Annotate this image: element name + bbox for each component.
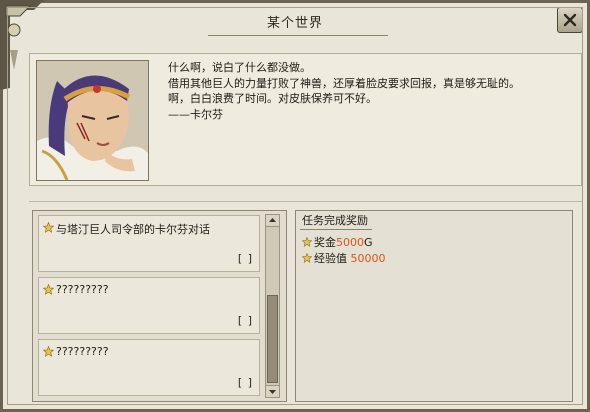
star-icon [43, 222, 54, 233]
star-icon [43, 284, 54, 295]
reward-header: 任务完成奖励 [300, 214, 372, 230]
title-bar[interactable]: 某个世界 [3, 3, 587, 39]
scroll-down-button[interactable] [266, 385, 279, 397]
scroll-up-button[interactable] [266, 215, 279, 227]
dialog-line: 啊，白白浪费了时间。对皮肤保养可不好。 [168, 92, 377, 105]
star-icon [43, 346, 54, 357]
close-icon [563, 13, 577, 27]
quest-objective-progress: [ ] [237, 376, 253, 389]
quest-objective-progress: [ ] [237, 314, 253, 327]
quest-objective-title: ????????? [56, 283, 109, 296]
quest-objective-progress: [ ] [237, 252, 253, 265]
quest-objective-title: 与塔汀巨人司令部的卡尔芬对话 [56, 223, 210, 236]
arrow-down-icon [269, 390, 276, 394]
npc-portrait [36, 60, 149, 181]
reward-value: 5000 [336, 236, 364, 249]
reward-unit: G [364, 236, 373, 249]
quest-objective-list[interactable]: 与塔汀巨人司令部的卡尔芬对话 [ ] ????????? [ ] ???????… [32, 210, 287, 402]
reward-label: 奖金 [314, 236, 336, 249]
dialog-line: 借用其他巨人的力量打败了神兽，还厚着脸皮要求回报，真是够无耻的。 [168, 76, 520, 90]
reward-value: 50000 [350, 252, 386, 265]
quest-window: 某个世界 什么啊，说白了什么都没做。 借用其他巨人的力量打败了神兽，还厚着脸皮要… [0, 0, 590, 412]
quest-objective-item[interactable]: ????????? [ ] [38, 277, 260, 334]
npc-portrait-image [37, 61, 148, 180]
star-icon [302, 253, 312, 263]
quest-objective-item[interactable]: 与塔汀巨人司令部的卡尔芬对话 [ ] [38, 215, 260, 272]
dialog-line: 什么啊，说白了什么都没做。 [168, 61, 311, 74]
quest-objective-item[interactable]: ????????? [ ] [38, 339, 260, 396]
reward-row-gold: 奖金5000G [302, 234, 373, 250]
section-divider [29, 201, 582, 202]
quest-list-scrollbar[interactable] [265, 214, 280, 398]
reward-label: 经验值 [314, 252, 351, 265]
reward-row-exp: 经验值 50000 [302, 250, 386, 266]
npc-dialog: 什么啊，说白了什么都没做。 借用其他巨人的力量打败了神兽，还厚着脸皮要求回报，真… [29, 53, 582, 186]
dialog-text: 什么啊，说白了什么都没做。 借用其他巨人的力量打败了神兽，还厚着脸皮要求回报，真… [168, 60, 576, 122]
scroll-thumb[interactable] [267, 295, 278, 383]
quest-objective-title: ????????? [56, 345, 109, 358]
dialog-speaker: ——卡尔芬 [168, 107, 223, 121]
arrow-up-icon [269, 218, 276, 222]
close-button[interactable] [557, 7, 583, 33]
window-title: 某个世界 [266, 16, 323, 31]
reward-panel: 任务完成奖励 奖金5000G 经验值 50000 [295, 210, 573, 402]
title-divider [208, 35, 388, 36]
star-icon [302, 237, 312, 247]
